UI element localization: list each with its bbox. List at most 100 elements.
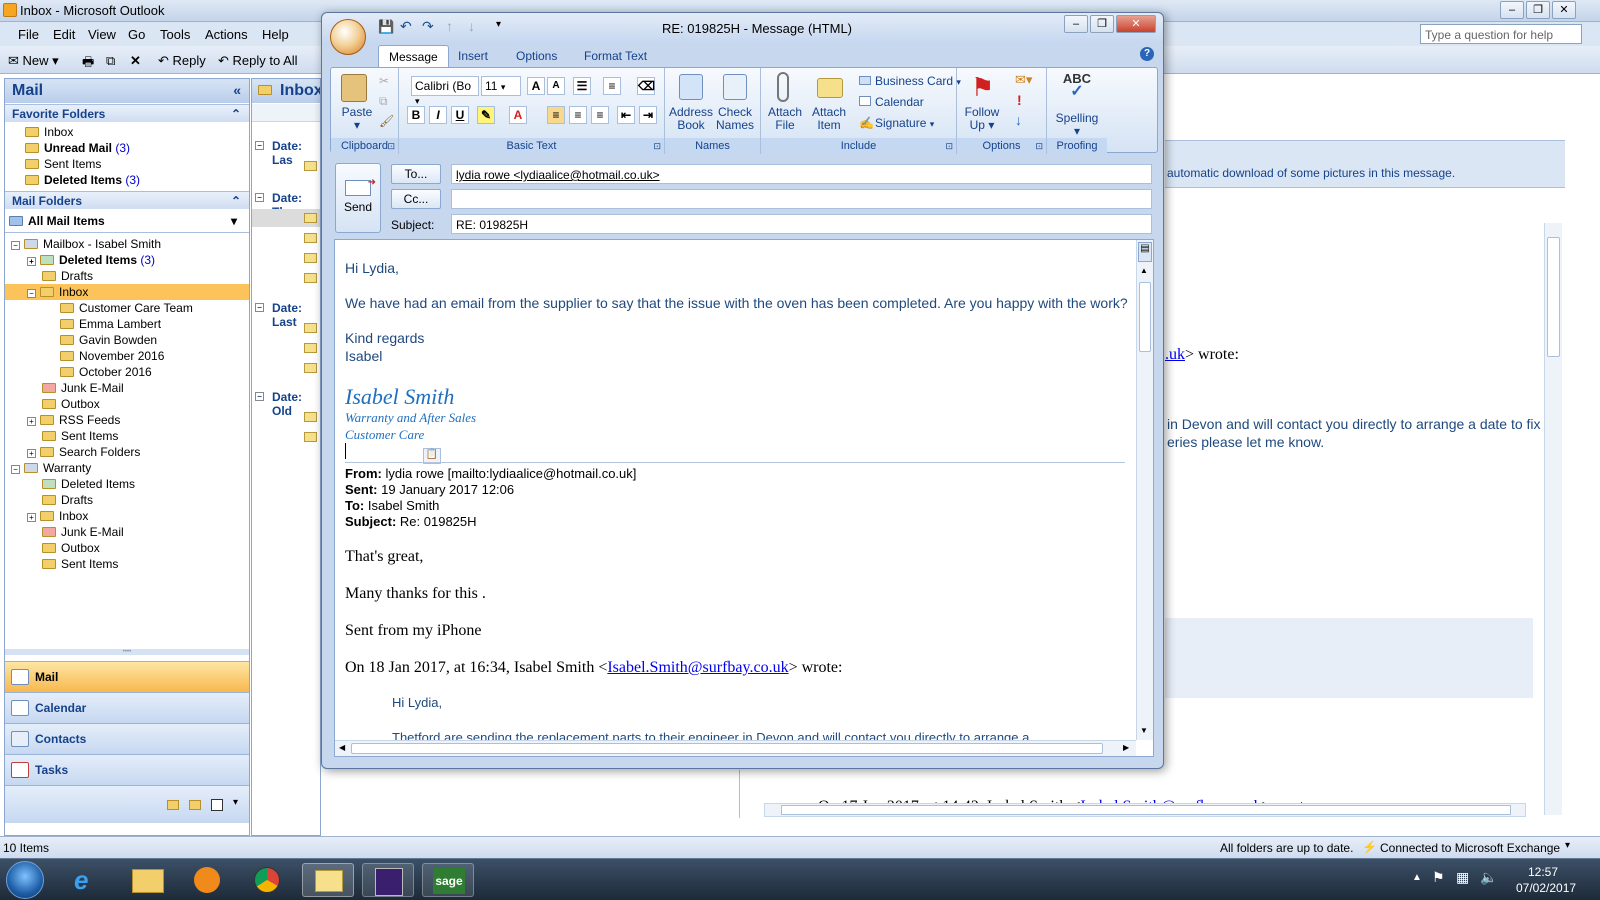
signature-button[interactable]: ✍Signature ▾ xyxy=(859,116,934,130)
scroll-thumb[interactable] xyxy=(1547,237,1560,357)
shortcuts-icon[interactable] xyxy=(211,799,223,811)
close-button[interactable]: ✕ xyxy=(1552,1,1576,19)
increase-indent-icon[interactable]: ⇥ xyxy=(639,106,657,124)
address-book-button[interactable]: Address Book xyxy=(667,106,715,132)
save-icon[interactable]: 💾 xyxy=(378,19,394,35)
body-hscroll[interactable]: ◀ ▶ xyxy=(335,740,1136,756)
menu-tools[interactable]: Tools xyxy=(160,27,190,42)
chevron-up-icon[interactable]: ⌃ xyxy=(231,107,241,121)
notes-icon[interactable] xyxy=(167,800,179,810)
clock-time[interactable]: 12:57 xyxy=(1528,865,1558,879)
send-button[interactable]: ➜ Send xyxy=(335,163,381,233)
italic-icon[interactable]: I xyxy=(429,106,447,124)
tree-sub-folder[interactable]: Gavin Bowden xyxy=(60,332,157,348)
envelope-icon[interactable] xyxy=(304,233,317,243)
collapse-toggle[interactable]: − xyxy=(255,392,264,401)
scroll-thumb[interactable] xyxy=(1139,282,1151,352)
clock-date[interactable]: 07/02/2017 xyxy=(1516,881,1576,895)
follow-up-button[interactable]: Follow Up ▾ xyxy=(959,106,1005,132)
collapse-toggle[interactable]: − xyxy=(11,465,20,474)
address-book-icon[interactable] xyxy=(679,74,703,100)
align-right-icon[interactable]: ≡ xyxy=(591,106,609,124)
connection-status[interactable]: Connected to Microsoft Exchange xyxy=(1380,841,1560,855)
align-left-icon[interactable]: ≡ xyxy=(547,106,565,124)
tree-w-junk[interactable]: Junk E-Mail xyxy=(42,524,124,540)
collapse-icon[interactable]: « xyxy=(233,82,241,98)
start-button[interactable] xyxy=(6,861,44,899)
nav-contacts-button[interactable]: Contacts xyxy=(5,723,249,754)
tree-w-deleted[interactable]: Deleted Items xyxy=(42,476,135,492)
tree-sub-folder[interactable]: Customer Care Team xyxy=(60,300,193,316)
scroll-down-arrow[interactable]: ▼ xyxy=(1140,726,1148,735)
connection-icon[interactable]: ⚡ xyxy=(1362,840,1377,854)
bold-icon[interactable]: B xyxy=(407,106,425,124)
expand-toggle[interactable]: + xyxy=(27,257,36,266)
reading-scrollbar[interactable] xyxy=(1544,223,1562,815)
taskbar-outlook-icon[interactable] xyxy=(302,863,354,897)
tree-sub-folder[interactable]: Emma Lambert xyxy=(60,316,161,332)
configure-buttons-icon[interactable]: ▾ xyxy=(233,797,238,808)
check-names-icon[interactable] xyxy=(723,74,747,100)
favorite-folders-header[interactable]: Favorite Folders ⌃ xyxy=(5,104,249,122)
envelope-icon[interactable] xyxy=(304,161,317,171)
taskbar-calculator-icon[interactable] xyxy=(362,863,414,897)
scroll-up-arrow[interactable]: ▲ xyxy=(1140,266,1148,275)
dialog-launcher-icon[interactable]: ⊡ xyxy=(387,138,395,154)
customize-toolbar-icon[interactable]: ▾ xyxy=(496,19,501,30)
tab-options[interactable]: Options xyxy=(506,45,567,67)
redo-icon[interactable]: ↷ xyxy=(422,18,434,35)
expand-toggle[interactable]: + xyxy=(27,417,36,426)
font-name-select[interactable]: Calibri (Bo ▾ xyxy=(411,76,479,106)
hscroll-thumb[interactable] xyxy=(351,743,1103,754)
envelope-icon[interactable] xyxy=(304,432,317,442)
taskbar-sage-icon[interactable]: sage xyxy=(422,863,474,897)
undo-icon[interactable]: ↶ xyxy=(400,18,412,35)
menu-help[interactable]: Help xyxy=(262,27,289,42)
spelling-icon[interactable]: ABC ✓ xyxy=(1051,72,1103,100)
tab-format-text[interactable]: Format Text xyxy=(574,45,657,67)
nav-calendar-button[interactable]: Calendar xyxy=(5,692,249,723)
expand-toggle[interactable]: + xyxy=(27,513,36,522)
tree-inbox-selected[interactable]: − Inbox xyxy=(5,284,249,300)
attach-file-button[interactable]: Attach File xyxy=(763,106,807,132)
copy-icon[interactable]: ⧉ xyxy=(379,94,388,109)
message-body[interactable]: Hi Lydia, We have had an email from the … xyxy=(334,239,1154,757)
reading-email-link[interactable]: .uk xyxy=(1165,346,1185,363)
chevron-up-icon[interactable]: ⌃ xyxy=(231,194,241,208)
to-field[interactable]: lydia rowe <lydiaalice@hotmail.co.uk> xyxy=(451,164,1152,184)
quoted-email-link[interactable]: Isabel.Smith@surfbay.co.uk xyxy=(607,659,788,676)
envelope-icon[interactable] xyxy=(304,363,317,373)
tab-insert[interactable]: Insert xyxy=(448,45,498,67)
tree-rss[interactable]: + RSS Feeds xyxy=(27,412,120,428)
fav-deleted-items[interactable]: Deleted Items (3) xyxy=(25,172,140,188)
body-vscroll[interactable]: ▤ ▲ ▼ xyxy=(1136,240,1153,740)
print-icon[interactable]: 🖶 xyxy=(82,53,94,75)
help-search-input[interactable]: Type a question for help xyxy=(1420,24,1582,44)
shrink-font-icon[interactable]: A xyxy=(547,77,565,95)
highlight-icon[interactable]: ✎ xyxy=(477,106,495,124)
decrease-indent-icon[interactable]: ⇤ xyxy=(617,106,635,124)
splitter-handle[interactable]: •••• xyxy=(5,649,249,655)
follow-up-flag-icon[interactable]: ⚑ xyxy=(971,72,994,103)
cut-icon[interactable]: ✂ xyxy=(379,74,389,88)
scroll-right-arrow[interactable]: ▶ xyxy=(1123,743,1129,752)
msg-minimize-button[interactable]: – xyxy=(1064,15,1088,33)
tree-sub-folder[interactable]: November 2016 xyxy=(60,348,164,364)
move-icon[interactable]: ⧉ xyxy=(106,53,115,69)
help-icon[interactable]: ? xyxy=(1140,47,1154,61)
collapse-toggle[interactable]: − xyxy=(255,303,264,312)
fav-unread-mail[interactable]: Unread Mail (3) xyxy=(25,140,130,156)
chevron-down-icon[interactable]: ▾ xyxy=(231,213,237,229)
msg-close-button[interactable]: ✕ xyxy=(1116,15,1156,33)
taskbar-media-player-icon[interactable] xyxy=(182,863,234,897)
collapse-toggle[interactable]: − xyxy=(27,289,36,298)
tree-w-outbox[interactable]: Outbox xyxy=(42,540,100,556)
tree-drafts[interactable]: Drafts xyxy=(42,268,93,284)
tree-w-inbox[interactable]: + Inbox xyxy=(27,508,88,524)
paperclip-icon[interactable] xyxy=(777,72,789,102)
format-painter-icon[interactable]: 🖌 xyxy=(379,114,394,128)
tab-message[interactable]: Message xyxy=(378,45,449,67)
nav-mail-button[interactable]: Mail xyxy=(5,661,249,692)
next-item-icon[interactable]: ↓ xyxy=(468,18,475,34)
tree-junk[interactable]: Junk E-Mail xyxy=(42,380,124,396)
